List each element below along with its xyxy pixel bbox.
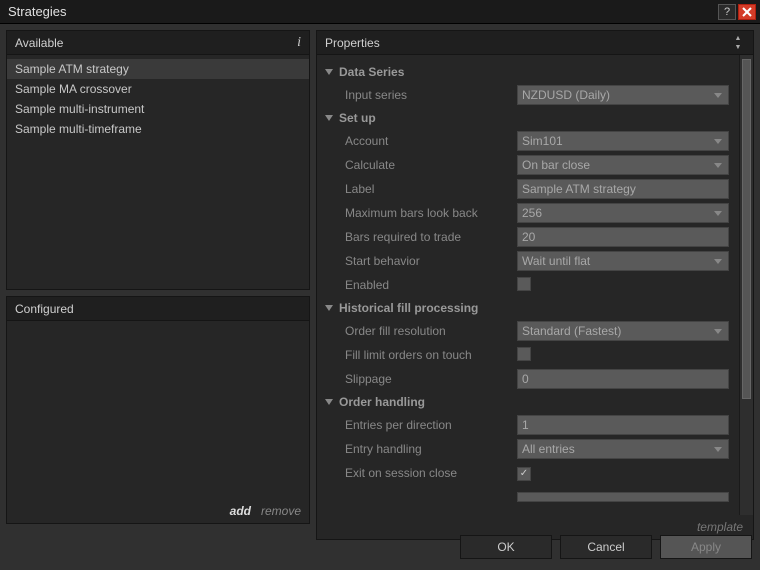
window-title: Strategies bbox=[8, 4, 716, 19]
help-button[interactable]: ? bbox=[718, 4, 736, 20]
titlebar: Strategies ? bbox=[0, 0, 760, 24]
available-header: Available i bbox=[7, 31, 309, 55]
label-input-series: Input series bbox=[345, 88, 517, 102]
entries-per-direction-input[interactable]: 1 bbox=[517, 415, 729, 435]
chevron-down-icon bbox=[325, 69, 333, 75]
configured-panel: Configured add remove bbox=[6, 296, 310, 524]
label-bars-required: Bars required to trade bbox=[345, 230, 517, 244]
configured-header: Configured bbox=[7, 297, 309, 321]
label-start-behavior: Start behavior bbox=[345, 254, 517, 268]
chevron-down-icon bbox=[325, 399, 333, 405]
properties-body: Data Series Input series NZDUSD (Daily) … bbox=[317, 55, 739, 515]
properties-header: Properties ▲ ▼ bbox=[317, 31, 753, 55]
chevron-down-icon bbox=[325, 115, 333, 121]
close-button[interactable] bbox=[738, 4, 756, 20]
properties-title: Properties bbox=[325, 36, 380, 50]
list-item[interactable]: Sample MA crossover bbox=[7, 79, 309, 99]
account-select[interactable]: Sim101 bbox=[517, 131, 729, 151]
entry-handling-select[interactable]: All entries bbox=[517, 439, 729, 459]
properties-panel: Properties ▲ ▼ Data Series Input series … bbox=[316, 30, 754, 540]
list-item[interactable]: Sample multi-instrument bbox=[7, 99, 309, 119]
section-historical[interactable]: Historical fill processing bbox=[323, 297, 735, 319]
list-item[interactable]: Sample multi-timeframe bbox=[7, 119, 309, 139]
label-fill-limit: Fill limit orders on touch bbox=[345, 348, 517, 362]
cancel-button[interactable]: Cancel bbox=[560, 535, 652, 559]
scrollbar[interactable] bbox=[739, 55, 753, 515]
calculate-select[interactable]: On bar close bbox=[517, 155, 729, 175]
apply-button[interactable]: Apply bbox=[660, 535, 752, 559]
exit-on-close-checkbox[interactable]: ✓ bbox=[517, 467, 531, 481]
configured-list bbox=[7, 321, 309, 499]
label-label: Label bbox=[345, 182, 517, 196]
bars-required-input[interactable]: 20 bbox=[517, 227, 729, 247]
configured-footer: add remove bbox=[7, 499, 309, 523]
label-slippage: Slippage bbox=[345, 372, 517, 386]
label-enabled: Enabled bbox=[345, 278, 517, 292]
scrollbar-thumb[interactable] bbox=[742, 59, 751, 399]
label-order-fill: Order fill resolution bbox=[345, 324, 517, 338]
template-link[interactable]: template bbox=[697, 520, 743, 534]
ok-button[interactable]: OK bbox=[460, 535, 552, 559]
list-item[interactable]: Sample ATM strategy bbox=[7, 59, 309, 79]
fill-limit-checkbox[interactable] bbox=[517, 347, 531, 361]
close-icon bbox=[742, 7, 752, 17]
partial-field[interactable] bbox=[517, 492, 729, 502]
section-data-series[interactable]: Data Series bbox=[323, 61, 735, 83]
label-calculate: Calculate bbox=[345, 158, 517, 172]
section-order-handling[interactable]: Order handling bbox=[323, 391, 735, 413]
label-max-bars: Maximum bars look back bbox=[345, 206, 517, 220]
slippage-input[interactable]: 0 bbox=[517, 369, 729, 389]
label-exit-on-close: Exit on session close bbox=[345, 466, 517, 480]
label-entries-per-direction: Entries per direction bbox=[345, 418, 517, 432]
max-bars-select[interactable]: 256 bbox=[517, 203, 729, 223]
label-input[interactable]: Sample ATM strategy bbox=[517, 179, 729, 199]
available-panel: Available i Sample ATM strategy Sample M… bbox=[6, 30, 310, 290]
order-fill-select[interactable]: Standard (Fastest) bbox=[517, 321, 729, 341]
enabled-checkbox[interactable] bbox=[517, 277, 531, 291]
remove-link[interactable]: remove bbox=[261, 504, 301, 518]
label-entry-handling: Entry handling bbox=[345, 442, 517, 456]
label-account: Account bbox=[345, 134, 517, 148]
configured-title: Configured bbox=[15, 302, 74, 316]
chevron-down-icon bbox=[325, 305, 333, 311]
expand-down-icon[interactable]: ▼ bbox=[731, 43, 745, 52]
input-series-select[interactable]: NZDUSD (Daily) bbox=[517, 85, 729, 105]
available-list: Sample ATM strategy Sample MA crossover … bbox=[7, 55, 309, 289]
section-set-up[interactable]: Set up bbox=[323, 107, 735, 129]
start-behavior-select[interactable]: Wait until flat bbox=[517, 251, 729, 271]
expand-up-icon[interactable]: ▲ bbox=[731, 34, 745, 43]
add-link[interactable]: add bbox=[230, 504, 251, 518]
available-title: Available bbox=[15, 36, 63, 50]
info-icon[interactable]: i bbox=[297, 35, 301, 51]
